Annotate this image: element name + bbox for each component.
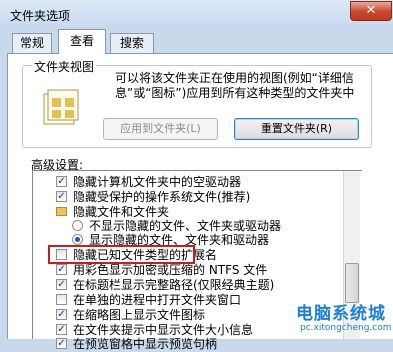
- radio-button[interactable]: [72, 220, 83, 231]
- close-icon: ✕: [365, 3, 377, 18]
- list-item-label: 隐藏计算机文件夹中的空驱动器: [73, 175, 242, 189]
- tab-view[interactable]: 查看: [58, 29, 106, 54]
- checkbox[interactable]: ✓: [56, 191, 67, 202]
- tab-search[interactable]: 搜索: [110, 33, 154, 53]
- list-item-label: 隐藏受保护的操作系统文件(推荐): [73, 190, 251, 204]
- tab-general-label: 常规: [19, 36, 44, 50]
- checkbox[interactable]: ✓: [56, 338, 67, 349]
- folder-view-description: 可以将该文件夹正在使用的视图(例如“详细信息”或“图标”)应用到所有这种类型的文…: [115, 71, 355, 100]
- folder-view-group-label: 文件夹视图: [32, 58, 97, 75]
- watermark-brand: 电脑系统城: [296, 304, 386, 324]
- radio-button[interactable]: [72, 234, 83, 245]
- list-item-label: 在缩略图上显示文件图标: [73, 308, 206, 322]
- checkbox[interactable]: ✓: [56, 279, 67, 290]
- list-item-label: 在标题栏显示完整路径(仅限经典主题): [73, 278, 275, 292]
- checkbox[interactable]: ✓: [56, 309, 67, 320]
- checkbox[interactable]: ✓: [56, 264, 67, 275]
- watermark-url: pc.xitongcheng.com: [300, 323, 392, 333]
- close-button[interactable]: ✕: [350, 1, 392, 21]
- checkbox[interactable]: ✓: [56, 324, 67, 335]
- list-item-label: 在单独的进程中打开文件夹窗口: [73, 293, 242, 307]
- tab-search-label: 搜索: [119, 36, 144, 50]
- folder-icon: [56, 207, 67, 216]
- checkbox[interactable]: [56, 294, 67, 305]
- list-item-label: 在预览窗格中显示预览句柄: [73, 337, 218, 351]
- tab-general[interactable]: 常规: [12, 33, 52, 53]
- list-item-label: 用彩色显示加密或压缩的 NTFS 文件: [73, 263, 268, 277]
- window-title: 文件夹选项: [10, 9, 71, 23]
- checkbox[interactable]: ✓: [56, 176, 67, 187]
- apply-to-folders-button[interactable]: 应用到文件夹(L): [103, 118, 218, 140]
- title-bar: 文件夹选项 ✕: [0, 0, 393, 30]
- reset-folders-button[interactable]: 重置文件夹(R): [234, 118, 359, 140]
- folder-view-icon: [38, 84, 94, 134]
- tab-view-label: 查看: [69, 34, 94, 48]
